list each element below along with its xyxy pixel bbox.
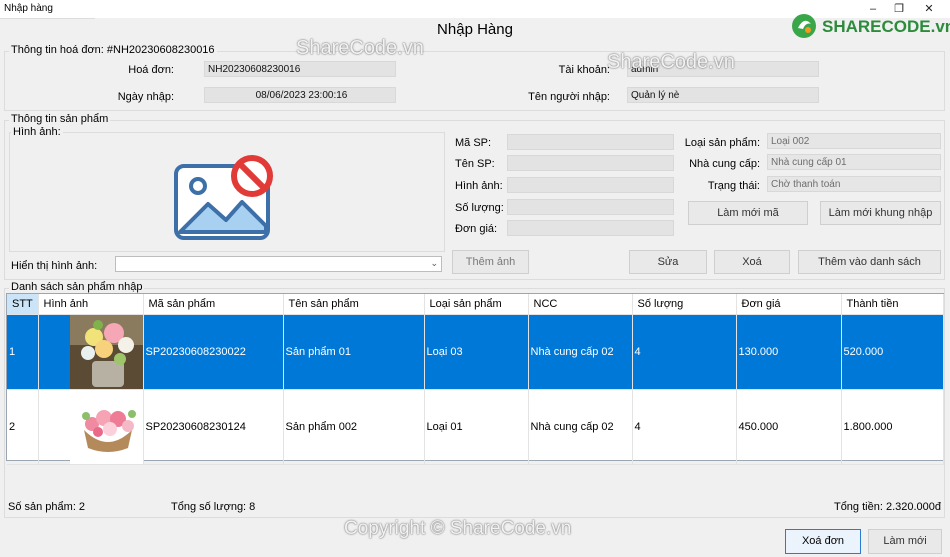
code-label: Mã SP: bbox=[455, 137, 492, 149]
cell-type: Loại 03 bbox=[424, 314, 529, 390]
column-header[interactable]: STT bbox=[7, 294, 39, 315]
show-image-label: Hiển thị hình ảnh: bbox=[11, 260, 98, 272]
table-row[interactable]: 2 SP20230608230124 Sản phẩm 002 Loại 01 … bbox=[7, 389, 944, 465]
product-count: Số sản phẩm: 2 bbox=[8, 501, 86, 513]
title-divider bbox=[0, 18, 95, 19]
column-header[interactable]: Thành tiền bbox=[841, 294, 944, 315]
total-amount: Tổng tiền: 2.320.000đ bbox=[833, 501, 941, 513]
qty-label: Số lượng: bbox=[455, 202, 504, 214]
cell-stt: 2 bbox=[7, 389, 39, 465]
image-group-label: Hình ảnh: bbox=[11, 126, 63, 138]
status-field[interactable]: Chờ thanh toán bbox=[767, 176, 941, 192]
column-header[interactable]: Tên sản phẩm bbox=[283, 294, 425, 315]
delete-invoice-button[interactable]: Xoá đơn bbox=[785, 529, 861, 554]
delete-button[interactable]: Xoá bbox=[714, 250, 790, 274]
sharecode-logo: SHARECODE.vn bbox=[790, 12, 950, 40]
image-path-field[interactable] bbox=[507, 177, 674, 193]
total-quantity: Tổng số lượng: 8 bbox=[171, 501, 256, 513]
invoice-group-label: Thông tin hoá đơn: #NH20230608230016 bbox=[9, 44, 217, 56]
date-field[interactable]: 08/06/2023 23:00:16 bbox=[204, 87, 396, 103]
type-label: Loại sản phẩm: bbox=[684, 137, 760, 149]
cell-code: SP20230608230022 bbox=[143, 314, 284, 390]
price-field[interactable] bbox=[507, 220, 674, 236]
add-to-list-button[interactable]: Thêm vào danh sách bbox=[798, 250, 941, 274]
date-label: Ngày nhập: bbox=[117, 91, 174, 103]
name-field[interactable] bbox=[507, 155, 674, 171]
column-header[interactable]: Đơn giá bbox=[736, 294, 842, 315]
qty-field[interactable] bbox=[507, 199, 674, 215]
importer-label: Tên người nhập: bbox=[528, 91, 610, 103]
flower-vase-photo bbox=[69, 315, 142, 389]
logo-icon bbox=[792, 14, 816, 38]
show-image-dropdown[interactable]: ⌄ bbox=[115, 256, 442, 272]
cell-qty: 4 bbox=[632, 389, 737, 465]
column-header[interactable]: Hình ảnh bbox=[38, 294, 144, 315]
cell-image bbox=[38, 314, 144, 390]
edit-button[interactable]: Sửa bbox=[629, 250, 707, 274]
cell-total: 1.800.000 bbox=[841, 389, 944, 465]
list-group-label: Danh sách sản phẩm nhập bbox=[9, 281, 145, 293]
refresh-code-button[interactable]: Làm mới mã bbox=[688, 201, 808, 225]
importer-field[interactable]: Quản lý nè bbox=[627, 87, 819, 103]
cell-price: 450.000 bbox=[736, 389, 842, 465]
cell-name: Sản phẩm 002 bbox=[283, 389, 425, 465]
type-field[interactable]: Loại 002 bbox=[767, 133, 941, 149]
add-image-button[interactable]: Thêm ảnh bbox=[452, 250, 529, 274]
cell-code: SP20230608230124 bbox=[143, 389, 284, 465]
cell-total: 520.000 bbox=[841, 314, 944, 390]
copyright-watermark: Copyright © ShareCode.vn bbox=[344, 518, 572, 539]
watermark: ShareCode.vn bbox=[296, 37, 424, 59]
column-header[interactable]: Số lượng bbox=[632, 294, 737, 315]
cell-ncc: Nhà cung cấp 02 bbox=[528, 389, 633, 465]
reset-button[interactable]: Làm mới bbox=[868, 529, 942, 554]
price-label: Đơn giá: bbox=[455, 223, 498, 235]
window-title: Nhập hàng bbox=[4, 3, 53, 14]
image-path-label: Hình ảnh: bbox=[455, 180, 503, 192]
flower-basket-photo bbox=[69, 390, 142, 464]
account-label: Tài khoản: bbox=[558, 64, 610, 76]
cell-type: Loại 01 bbox=[424, 389, 529, 465]
cell-qty: 4 bbox=[632, 314, 737, 390]
column-header[interactable]: Loại sản phẩm bbox=[424, 294, 529, 315]
supplier-label: Nhà cung cấp: bbox=[689, 158, 760, 170]
image-placeholder-icon bbox=[172, 152, 276, 244]
column-header[interactable]: Mã sản phẩm bbox=[143, 294, 284, 315]
cell-name: Sản phẩm 01 bbox=[283, 314, 425, 390]
name-label: Tên SP: bbox=[455, 158, 495, 170]
product-group-label: Thông tin sản phẩm bbox=[9, 113, 111, 125]
column-header[interactable]: NCC bbox=[528, 294, 633, 315]
product-table: STT Hình ảnh Mã sản phẩm Tên sản phẩm Lo… bbox=[7, 294, 944, 465]
cell-ncc: Nhà cung cấp 02 bbox=[528, 314, 633, 390]
table-header: STT Hình ảnh Mã sản phẩm Tên sản phẩm Lo… bbox=[7, 294, 944, 315]
supplier-field[interactable]: Nhà cung cấp 01 bbox=[767, 154, 941, 170]
invoice-field[interactable]: NH20230608230016 bbox=[204, 61, 396, 77]
refresh-form-button[interactable]: Làm mới khung nhập bbox=[820, 201, 941, 225]
cell-image bbox=[38, 389, 144, 465]
logo-text: SHARECODE.vn bbox=[822, 17, 950, 36]
product-grid[interactable]: STT Hình ảnh Mã sản phẩm Tên sản phẩm Lo… bbox=[6, 293, 944, 465]
chevron-down-icon: ⌄ bbox=[430, 258, 438, 268]
cell-stt: 1 bbox=[7, 314, 39, 390]
cell-price: 130.000 bbox=[736, 314, 842, 390]
table-row[interactable]: 1 SP20230608230022 Sản phẩm 01 Loại 03 N… bbox=[7, 314, 944, 390]
invoice-label: Hoá đơn: bbox=[128, 64, 174, 76]
status-label: Trạng thái: bbox=[707, 180, 760, 192]
code-field[interactable] bbox=[507, 134, 674, 150]
watermark: ShareCode.vn bbox=[607, 51, 735, 73]
